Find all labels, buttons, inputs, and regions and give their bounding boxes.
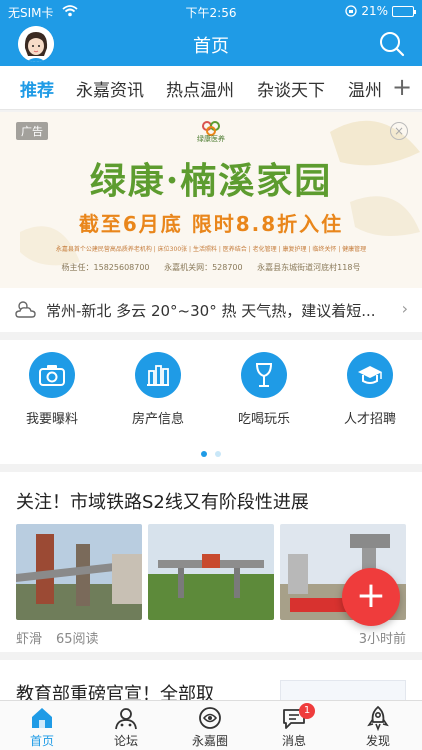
tab-wenzhou[interactable]: 温州 xyxy=(348,76,382,101)
shortcut-report[interactable]: 我要曝料 xyxy=(12,352,92,427)
article-photo-2 xyxy=(148,524,274,620)
ad-brand: 绿康医养 xyxy=(197,135,225,143)
ad-offer: 截至6月底 限时8.8折入住 xyxy=(78,212,344,236)
top-header: 无SIM卡 下午2:56 21% 首页 xyxy=(0,0,422,66)
cloudy-sun-icon xyxy=(15,301,36,318)
chevron-right-icon: › xyxy=(401,299,408,318)
article-card[interactable]: 教育部重磅官宣！全部取 xyxy=(0,660,422,705)
add-tab-button[interactable]: + xyxy=(388,72,416,102)
article-time: 3小时前 xyxy=(358,632,406,647)
nav-home-label: 首页 xyxy=(29,734,54,748)
battery-percent: 21% xyxy=(361,4,388,18)
shortcut-food[interactable]: 吃喝玩乐 xyxy=(224,352,304,427)
ad-contact: 杨主任：15825608700 永嘉机关网：528700 永嘉县东城街道河底村1… xyxy=(0,262,422,273)
status-bar: 无SIM卡 下午2:56 21% xyxy=(0,0,422,22)
nav-forum[interactable]: 论坛 xyxy=(84,705,168,749)
nav-discover-label: 发现 xyxy=(365,734,390,748)
nav-home[interactable]: 首页 xyxy=(0,705,84,749)
article-reads: 65阅读 xyxy=(56,632,99,647)
shortcut-property[interactable]: 房产信息 xyxy=(118,352,198,427)
nav-discover[interactable]: 发现 xyxy=(336,705,420,749)
shortcut-grid: 我要曝料 房产信息 吃喝玩乐 人才招聘 xyxy=(0,340,422,464)
search-icon[interactable] xyxy=(378,30,406,58)
graduation-cap-icon xyxy=(358,366,382,384)
article-thumbnail xyxy=(280,680,406,702)
bottom-nav: 首页 论坛 永嘉圈 1 消息 发现 xyxy=(0,700,422,750)
ad-headline: 绿康·楠溪家园 xyxy=(89,160,333,202)
tab-recommend[interactable]: 推荐 xyxy=(20,76,54,101)
shortcut-property-label: 房产信息 xyxy=(131,412,184,427)
battery-icon xyxy=(392,5,416,17)
shortcut-jobs-label: 人才招聘 xyxy=(343,412,396,427)
weather-bar[interactable]: 常州-新北 多云 20°~30° 热 天气热，建议着短... › xyxy=(0,288,422,332)
nav-messages[interactable]: 1 消息 xyxy=(252,703,336,749)
orientation-lock-icon xyxy=(345,5,357,17)
article-title: 关注！市域铁路S2线又有阶段性进展 xyxy=(16,492,309,513)
carousel-dot-active[interactable] xyxy=(201,451,207,457)
nav-circle[interactable]: 永嘉圈 xyxy=(168,705,252,749)
add-post-button[interactable]: + xyxy=(342,568,400,626)
nav-circle-label: 永嘉圈 xyxy=(191,734,228,748)
shortcut-jobs[interactable]: 人才招聘 xyxy=(330,352,410,427)
category-tabs: 推荐 永嘉资讯 热点温州 杂谈天下 温州 + xyxy=(0,66,422,110)
ad-contact-line: 永嘉机关网：528700 xyxy=(164,263,243,272)
tab-yongjia-news[interactable]: 永嘉资讯 xyxy=(76,76,144,101)
carousel-dots xyxy=(0,442,422,461)
shortcut-food-label: 吃喝玩乐 xyxy=(237,412,290,427)
camera-icon xyxy=(39,365,65,386)
tab-world-talk[interactable]: 杂谈天下 xyxy=(257,76,325,101)
ad-contact-phone: 杨主任：15825608700 xyxy=(61,263,150,272)
drink-icon xyxy=(255,363,273,387)
page-title: 首页 xyxy=(193,36,229,57)
ad-services: 永嘉县首个公建民营高品质养老机构 | 床位300张 | 生活照料 | 医养结合 … xyxy=(55,246,367,253)
article-card[interactable]: 关注！市域铁路S2线又有阶段性进展 虾滑 65阅读 3小时前 xyxy=(0,472,422,652)
shortcut-report-label: 我要曝料 xyxy=(25,412,78,427)
circle-icon xyxy=(199,707,221,729)
carousel-dot[interactable] xyxy=(215,451,221,457)
ad-contact-address: 永嘉县东城街道河底村118号 xyxy=(257,263,361,272)
nav-messages-label: 消息 xyxy=(281,734,306,748)
article-author: 虾滑 xyxy=(16,632,43,647)
ad-banner[interactable]: 广告 × 绿康医养 绿康·楠溪家园 截至6月底 限时8.8折入住 永嘉县首个公建… xyxy=(0,112,422,288)
weather-text: 常州-新北 多云 20°~30° 热 天气热，建议着短... xyxy=(46,302,376,320)
tab-wenzhou-hot[interactable]: 热点温州 xyxy=(166,76,234,101)
rocket-icon xyxy=(367,705,389,732)
forum-icon xyxy=(115,708,137,730)
article-photo-1 xyxy=(16,524,142,620)
building-icon xyxy=(147,365,169,386)
nav-forum-label: 论坛 xyxy=(113,734,138,748)
home-icon xyxy=(32,708,52,728)
message-badge: 1 xyxy=(299,703,315,719)
